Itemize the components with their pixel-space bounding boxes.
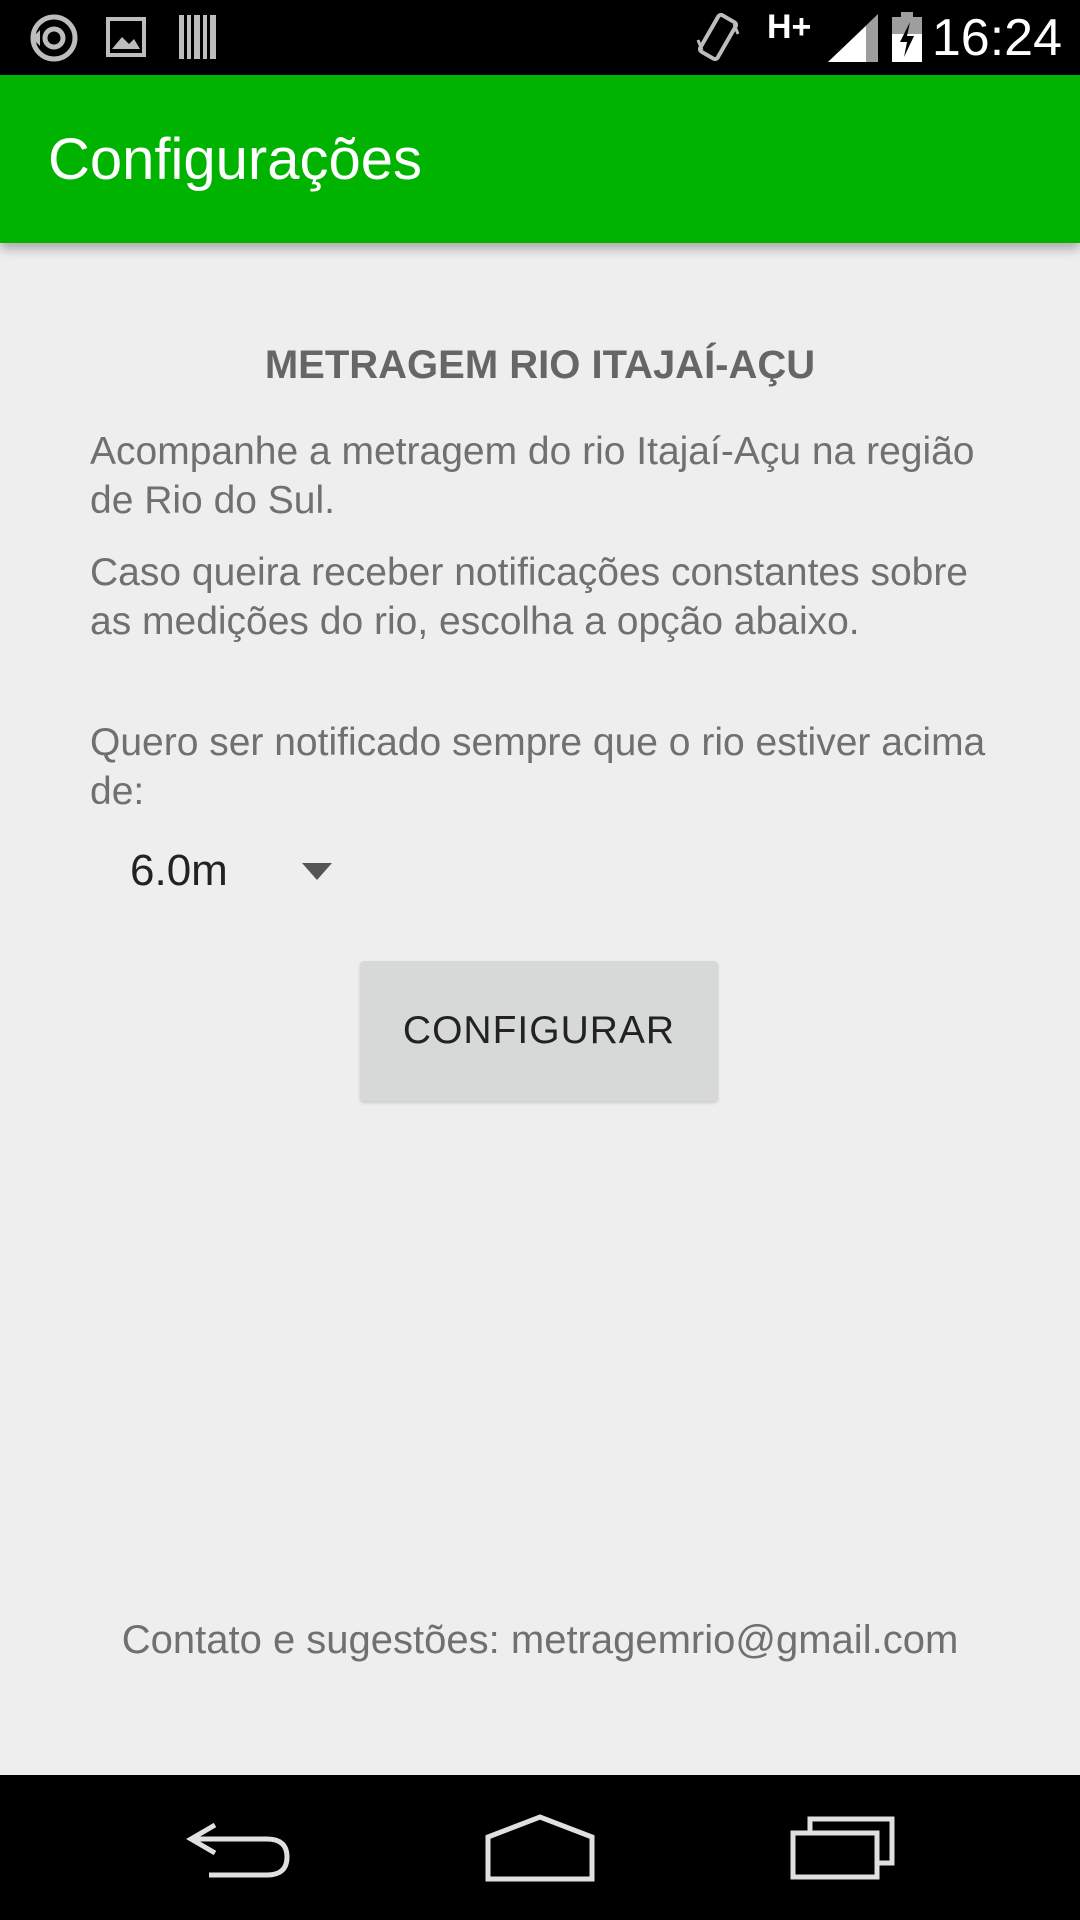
screen: H+ 16:24 Configurações METRAGEM RIO ITAJ… [0,0,1080,1920]
threshold-dropdown[interactable]: 6.0m [130,835,350,915]
navigation-bar [0,1775,1080,1920]
threshold-prompt-text: Quero ser notificado sempre que o rio es… [90,721,986,813]
notification-info-text: Caso queira receber notificações constan… [90,551,968,643]
home-icon[interactable] [484,1813,596,1890]
signal-icon [828,14,878,67]
recents-icon[interactable] [790,1815,896,1886]
section-heading: METRAGEM RIO ITAJAÍ-AÇU [264,343,816,387]
barcode-icon [178,15,218,64]
status-bar: H+ 16:24 [0,0,1080,75]
intro-text: Acompanhe a metragem do rio Itajaí-Açu n… [90,430,975,522]
page-title: Configurações [48,127,422,192]
battery-charging-icon [892,12,922,67]
threshold-selected-value: 6.0m [130,846,228,895]
clock: 16:24 [931,9,1062,67]
settings-content: METRAGEM RIO ITAJAÍ-AÇU Acompanhe a metr… [0,243,1080,1775]
image-icon [105,16,147,63]
network-type-label: H+ [767,8,812,46]
sync-icon [28,12,80,69]
configure-button[interactable]: CONFIGURAR [360,961,718,1101]
back-icon[interactable] [185,1815,295,1890]
app-bar: Configurações [0,75,1080,243]
dropdown-arrow-icon [302,863,332,880]
vibrate-icon [694,10,742,69]
contact-text: Contato e sugestões: metragemrio@gmail.c… [121,1618,959,1662]
